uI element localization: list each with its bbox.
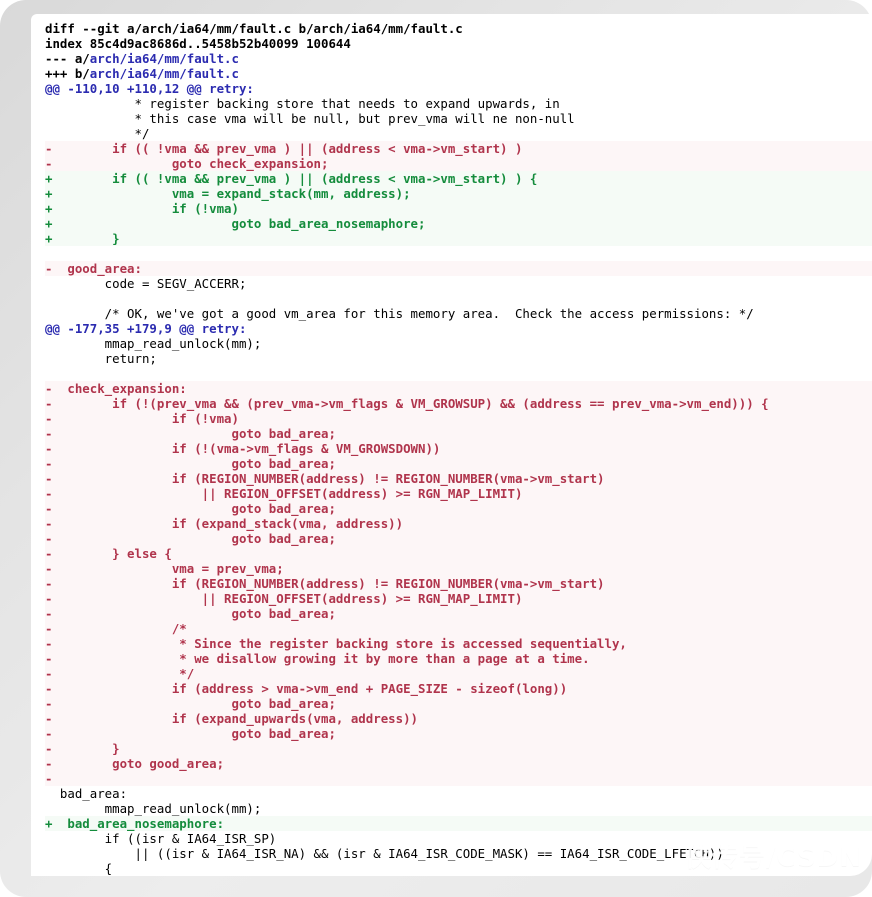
diff-line-del: - goto check_expansion; [45,156,872,171]
diff-line-hunk: @@ -177,35 +179,9 @@ retry: [45,321,247,336]
diff-line-del: - goto bad_area; [45,696,872,711]
diff-line-ctx: || ((isr & IA64_ISR_NA) && (isr & IA64_I… [45,846,724,861]
diff-line-del: - if (address > vma->vm_end + PAGE_SIZE … [45,681,872,696]
diff-line-del: - if (REGION_NUMBER(address) != REGION_N… [45,471,872,486]
diff-line-del: - * Since the register backing store is … [45,636,872,651]
old-file-prefix: --- [45,51,75,66]
window-frame: diff --git a/arch/ia64/mm/fault.c b/arch… [0,0,872,897]
diff-line-del: - || REGION_OFFSET(address) >= RGN_MAP_L… [45,591,872,606]
diff-line-del: - || REGION_OFFSET(address) >= RGN_MAP_L… [45,486,872,501]
diff-line-ctx: /* OK, we've got a good vm_area for this… [45,306,754,321]
diff-line-del: - if (( !vma && prev_vma ) || (address <… [45,141,872,156]
diff-line-del: - goto bad_area; [45,531,872,546]
diff-line-del: - if (!vma) [45,411,872,426]
diff-line-add: + if (!vma) [45,201,872,216]
diff-line-del: - goto bad_area; [45,426,872,441]
diff-line-del: - if (expand_upwards(vma, address)) [45,711,872,726]
diff-index-line: index 85c4d9ac8686d..5458b52b40099 10064… [45,36,351,51]
diff-line-ctx [45,366,872,381]
diff-line-hunk: @@ -110,10 +110,12 @@ retry: [45,81,254,96]
diff-line-del: - * we disallow growing it by more than … [45,651,872,666]
diff-line-del: - goto bad_area; [45,726,872,741]
diff-line-del: - */ [45,666,872,681]
diff-line-del: - if (!(prev_vma && (prev_vma->vm_flags … [45,396,872,411]
diff-line-ctx: * register backing store that needs to e… [45,96,560,111]
diff-line-del: - goto bad_area; [45,456,872,471]
diff-line-ctx: if ((isr & IA64_ISR_SP) [45,831,277,846]
new-file-prefix: +++ [45,66,75,81]
diff-line-ctx: { [45,861,113,876]
diff-line-del: - if (!(vma->vm_flags & VM_GROWSDOWN)) [45,441,872,456]
new-file-label: b/ [74,66,90,81]
diff-line-ctx [45,246,872,261]
diff-line-ctx: code = SEGV_ACCERR; [45,276,247,291]
diff-command-line: diff --git a/arch/ia64/mm/fault.c b/arch… [45,21,463,36]
diff-line-ctx: bad_area: [45,786,128,801]
diff-line-add: + vma = expand_stack(mm, address); [45,186,872,201]
diff-line-add: + bad_area_nosemaphore: [45,816,872,831]
diff-old-file-line: --- a/arch/ia64/mm/fault.c [45,51,872,66]
diff-line-add: + goto bad_area_nosemaphore; [45,216,872,231]
diff-new-file-line: +++ b/arch/ia64/mm/fault.c [45,66,872,81]
diff-line-add: + if (( !vma && prev_vma ) || (address <… [45,171,872,186]
diff-line-ctx [45,291,872,306]
diff-line-del: - } [45,741,872,756]
diff-code-block: diff --git a/arch/ia64/mm/fault.c b/arch… [45,21,872,876]
diff-line-add: + } [45,231,872,246]
diff-line-del: - goto bad_area; [45,501,872,516]
old-file-label: a/ [74,51,90,66]
diff-line-ctx: */ [45,126,150,141]
new-file-path[interactable]: arch/ia64/mm/fault.c [90,66,239,81]
diff-line-del: - vma = prev_vma; [45,561,872,576]
diff-line-del: - } else { [45,546,872,561]
diff-line-del: - goto good_area; [45,756,872,771]
code-sheet: diff --git a/arch/ia64/mm/fault.c b/arch… [31,14,872,876]
diff-line-ctx: * this case vma will be null, but prev_v… [45,111,575,126]
diff-line-ctx: return; [45,351,157,366]
diff-line-list: @@ -110,10 +110,12 @@ retry: * register … [45,81,872,876]
diff-line-del: - check_expansion: [45,381,872,396]
diff-line-ctx: mmap_read_unlock(mm); [45,336,262,351]
diff-line-del: - if (REGION_NUMBER(address) != REGION_N… [45,576,872,591]
diff-line-del: - if (expand_stack(vma, address)) [45,516,872,531]
diff-line-ctx: mmap_read_unlock(mm); [45,801,262,816]
diff-line-del: - goto bad_area; [45,606,872,621]
diff-line-del: - good_area: [45,261,872,276]
diff-line-del: - [45,771,872,786]
old-file-path[interactable]: arch/ia64/mm/fault.c [90,51,239,66]
diff-line-del: - /* [45,621,872,636]
